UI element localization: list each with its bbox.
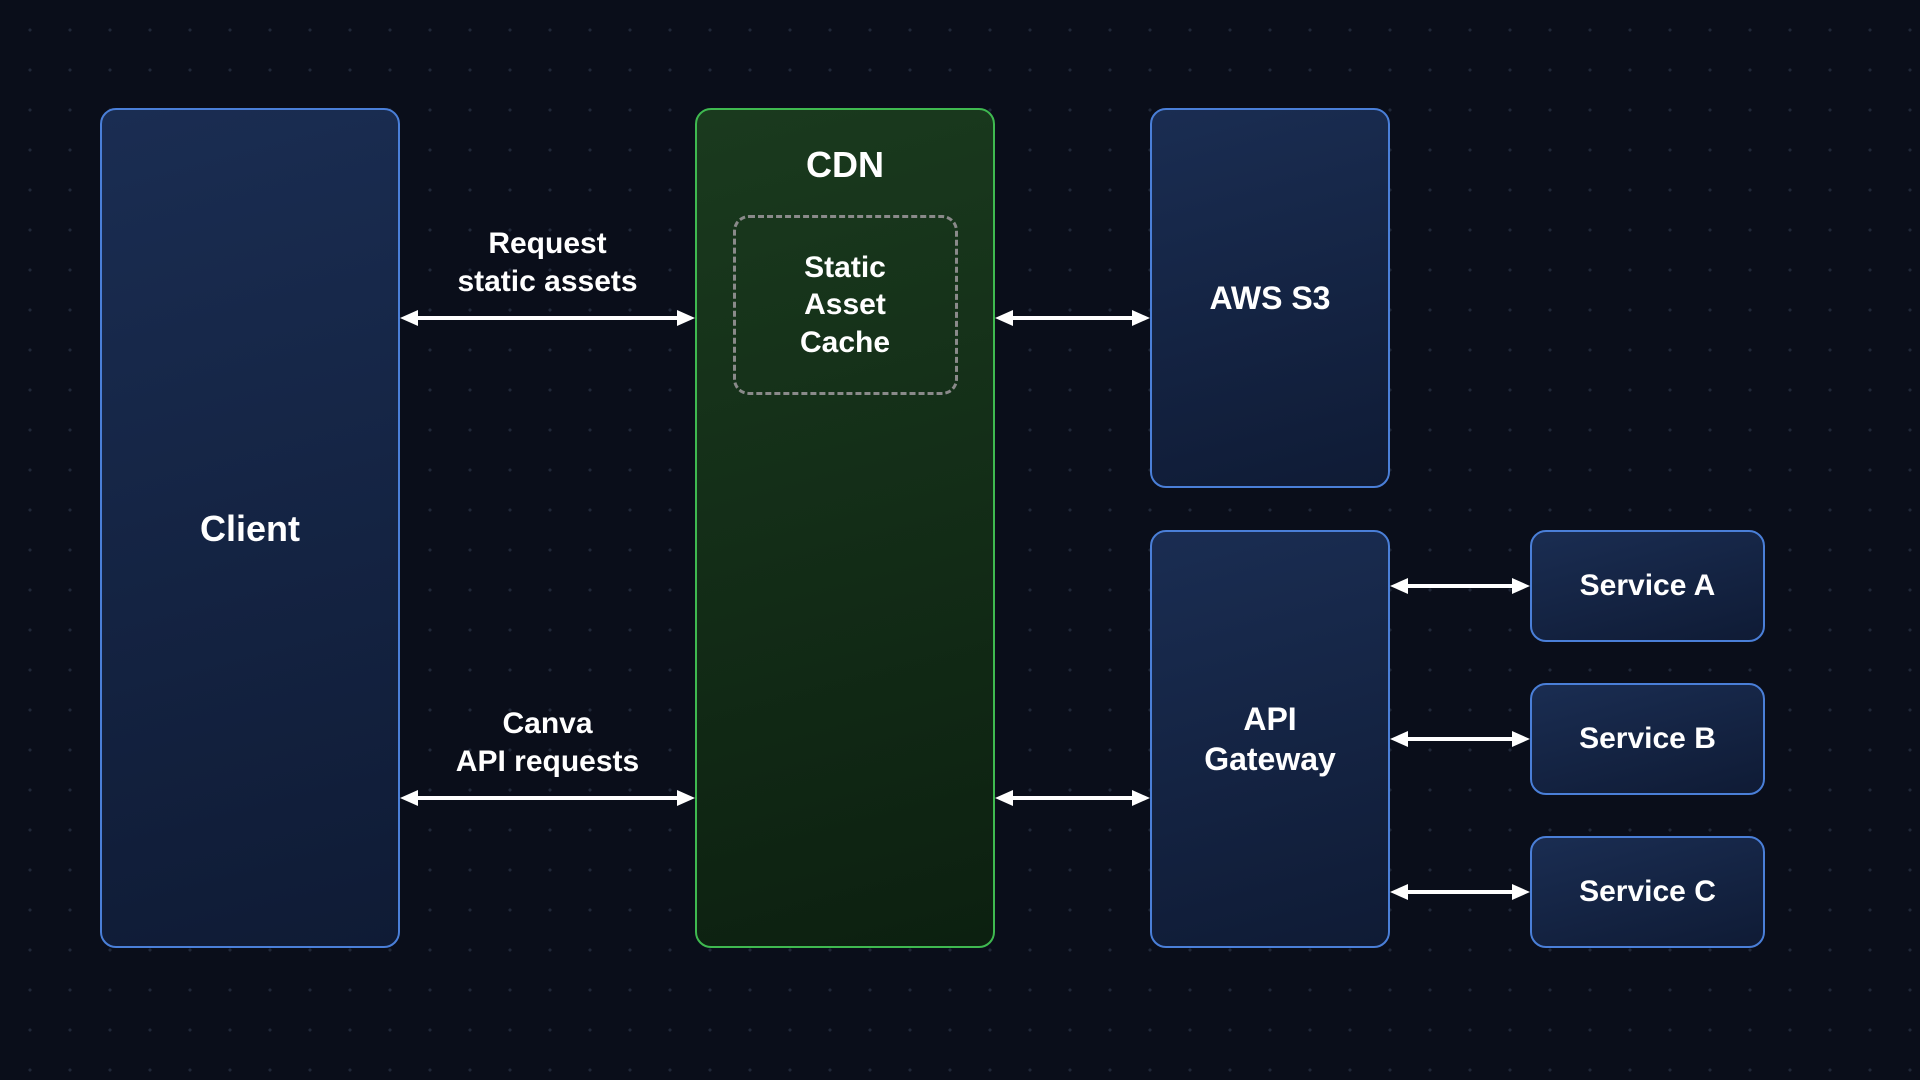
- node-service-a-label: Service A: [1580, 567, 1716, 605]
- node-api-gateway-label: API Gateway: [1204, 699, 1336, 779]
- arrow-client-cdn-api: [400, 788, 695, 808]
- node-service-a: Service A: [1530, 530, 1765, 642]
- node-service-c: Service C: [1530, 836, 1765, 948]
- node-service-c-label: Service C: [1579, 873, 1716, 911]
- node-aws-s3: AWS S3: [1150, 108, 1390, 488]
- node-cdn: CDN Static Asset Cache: [695, 108, 995, 948]
- arrow-cdn-s3: [995, 308, 1150, 328]
- arrow-cdn-apigw: [995, 788, 1150, 808]
- node-static-cache-label: Static Asset Cache: [800, 249, 890, 362]
- arrow-apigw-service-a: [1390, 576, 1530, 596]
- arrow-apigw-service-b: [1390, 729, 1530, 749]
- node-aws-s3-label: AWS S3: [1210, 278, 1331, 318]
- node-service-b-label: Service B: [1579, 720, 1716, 758]
- node-static-cache: Static Asset Cache: [733, 215, 958, 395]
- connector-label-api: Canva API requests: [400, 705, 695, 780]
- connector-label-static: Request static assets: [400, 225, 695, 300]
- node-service-b: Service B: [1530, 683, 1765, 795]
- arrow-apigw-service-c: [1390, 882, 1530, 902]
- node-client: Client: [100, 108, 400, 948]
- node-api-gateway: API Gateway: [1150, 530, 1390, 948]
- node-cdn-label: CDN: [806, 142, 884, 187]
- node-client-label: Client: [200, 506, 300, 551]
- arrow-client-cdn-static: [400, 308, 695, 328]
